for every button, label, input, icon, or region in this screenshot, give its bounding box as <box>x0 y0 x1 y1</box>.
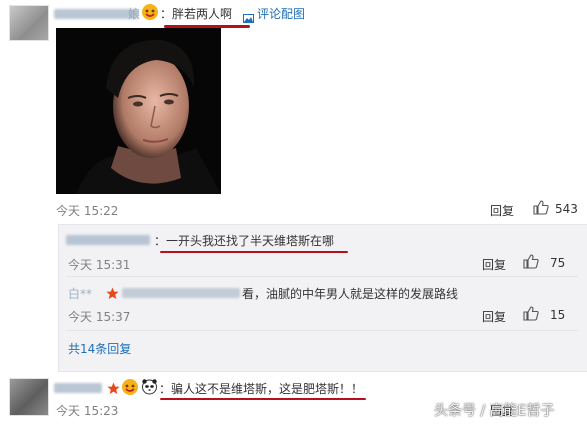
reply-time: 今天 15:37 <box>68 310 131 324</box>
comment-text: ：骗人这不是维塔斯，这是肥塔斯！！ <box>159 382 364 396</box>
highlight-underline <box>160 398 366 400</box>
highlight-underline <box>160 251 348 253</box>
panda-badge-icon <box>141 378 158 399</box>
like-icon[interactable] <box>523 306 539 321</box>
reply-divider <box>66 330 578 331</box>
commenter-avatar[interactable] <box>9 5 49 41</box>
commenter-username[interactable] <box>54 383 102 393</box>
comment-time: 今天 15:23 <box>56 404 119 418</box>
commenter-avatar[interactable] <box>9 378 49 416</box>
reply-button[interactable]: 回复 <box>482 308 506 325</box>
reply-text: 看，油腻的中年男人就是这样的发展路线 <box>242 287 459 301</box>
mentioned-user[interactable] <box>122 288 240 298</box>
reply-button[interactable]: 回复 <box>482 256 506 273</box>
comment-text: ：胖若两人啊 <box>160 7 233 21</box>
commenter-username-tail: 娘 <box>128 7 141 21</box>
vip-star-icon <box>106 285 119 304</box>
reply-username[interactable]: 白** <box>68 285 92 302</box>
reply-divider <box>66 276 578 277</box>
like-icon[interactable] <box>533 200 549 215</box>
reply-button[interactable]: 回复 <box>490 202 514 219</box>
reply-text: ：一开头我还找了半天维塔斯在哪 <box>154 234 335 248</box>
comment-time: 今天 15:22 <box>56 204 119 218</box>
reply-time: 今天 15:31 <box>68 258 131 272</box>
watermark-text: 头条号 / 高能E哲子 <box>434 403 555 419</box>
like-icon[interactable] <box>523 254 539 269</box>
vip-star-icon <box>107 380 120 399</box>
attach-image-link[interactable]: 评论配图 <box>257 5 305 22</box>
like-count: 543 <box>555 202 578 216</box>
like-count: 15 <box>550 308 566 322</box>
like-count: 75 <box>550 256 566 270</box>
commenter-username[interactable] <box>54 9 138 19</box>
more-replies-link[interactable]: 共14条回复 <box>68 340 131 357</box>
comment-image[interactable] <box>56 28 221 194</box>
reply-username[interactable] <box>66 235 150 245</box>
vip-badge-icon <box>141 3 159 25</box>
portrait-image <box>56 28 221 194</box>
vip-badge-icon <box>121 378 139 400</box>
